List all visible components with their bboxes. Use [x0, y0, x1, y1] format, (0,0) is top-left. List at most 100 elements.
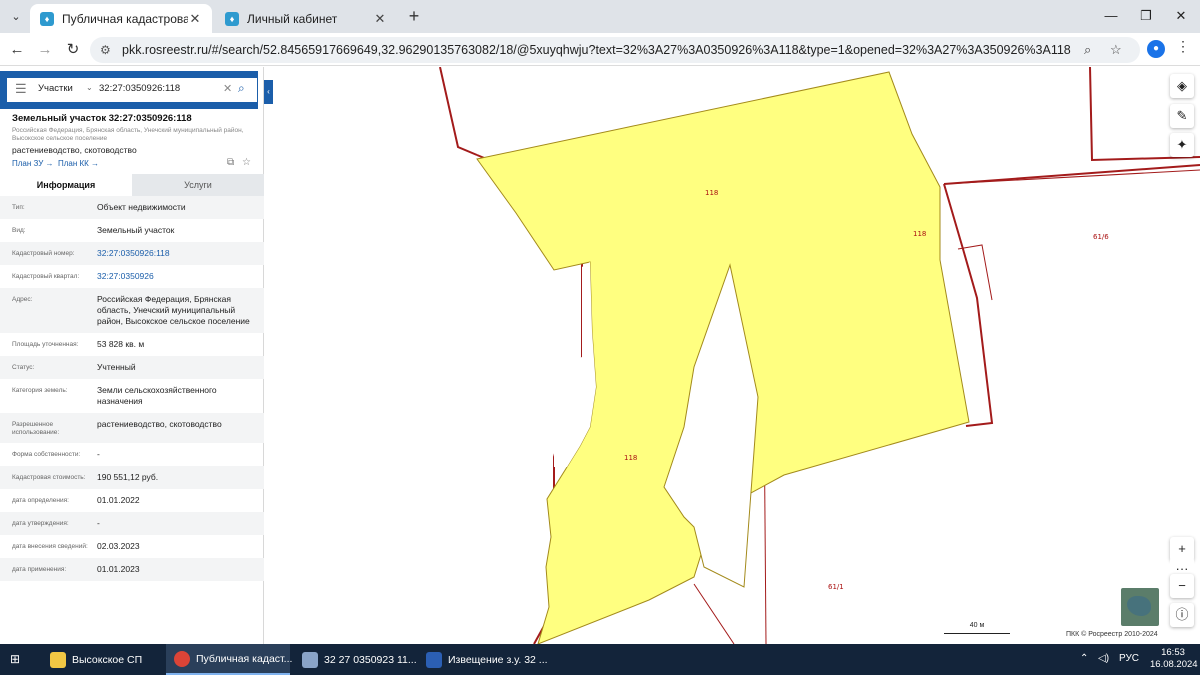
search-bar: ☰ Участки ⌄ 32:27:0350926:118 ✕ ⌕: [0, 71, 258, 109]
parcel-number-label: 118: [705, 189, 719, 197]
attribute-row: Категория земель: Земли сельскохозяйствен…: [0, 379, 264, 413]
tab-close-icon[interactable]: ✕: [373, 11, 387, 27]
tray-chevron-icon[interactable]: ⌃: [1080, 653, 1088, 664]
attribute-value: 02.03.2023: [97, 541, 140, 551]
tab-services[interactable]: Услуги: [132, 174, 264, 196]
attribute-value: растениеводство, скотоводство: [97, 419, 222, 429]
attribute-list: Тип: Объект недвижимости Вид: Земельный уча…: [0, 196, 264, 581]
search-input[interactable]: 32:27:0350926:118: [99, 83, 180, 94]
attribute-value: Объект недвижимости: [97, 202, 186, 212]
plan-kk-link[interactable]: План КК →: [58, 159, 99, 168]
attribute-key: дата определения:: [12, 497, 69, 504]
attribute-row: дата утверждения: -: [0, 512, 264, 535]
taskbar-item[interactable]: Высокское СП: [42, 644, 150, 675]
tab-search-icon[interactable]: ⌄: [6, 7, 26, 27]
tab-information[interactable]: Информация: [0, 174, 132, 196]
search-type-select[interactable]: Участки: [38, 83, 73, 94]
scale-text: 40 м: [969, 622, 985, 629]
attribute-key: Статус:: [12, 364, 35, 371]
attribute-row: Вид: Земельный участок: [0, 219, 264, 242]
browser-tab-strip: ⌄ ♦ Публичная кадастровая карта ✕ ♦ Личн…: [0, 0, 1200, 33]
attribute-value-link[interactable]: 32:27:0350926:118: [97, 248, 257, 259]
parcel-number-label: 118: [913, 230, 927, 238]
reload-button[interactable]: ↻: [62, 39, 84, 61]
attribute-key: Площадь уточненная:: [12, 341, 79, 348]
tab-personal-account[interactable]: ♦ Личный кабинет ✕: [215, 4, 397, 33]
attribute-key: Кадастровый номер:: [12, 250, 75, 257]
collapse-panel-button[interactable]: ‹: [264, 80, 273, 104]
clock-time: 16:53: [1161, 647, 1185, 658]
map-info-button[interactable]: ⓘ: [1170, 603, 1194, 627]
forward-button[interactable]: →: [34, 39, 56, 61]
layers-button[interactable]: ◈: [1170, 74, 1194, 98]
windows-start-icon[interactable]: ⊞: [10, 652, 24, 666]
measure-ruler-button[interactable]: ✎: [1170, 104, 1194, 128]
locate-button[interactable]: ✦: [1170, 133, 1194, 157]
attribute-row: Площадь уточненная: 53 828 кв. м: [0, 333, 264, 356]
attribute-row: Тип: Объект недвижимости: [0, 196, 264, 219]
zoom-out-button[interactable]: −: [1170, 574, 1194, 598]
taskbar-item[interactable]: 32 27 0350923 11...: [294, 644, 425, 675]
attribute-value: -: [97, 449, 100, 459]
address-bar[interactable]: ⚙ pkk.rosreestr.ru/#/search/52.845659176…: [90, 37, 1140, 63]
plan-zu-link[interactable]: План ЗУ →: [12, 159, 54, 168]
favorite-star-icon[interactable]: ☆: [242, 157, 251, 168]
chevron-down-icon[interactable]: ⌄: [86, 83, 93, 92]
quarter-boundary: [439, 67, 478, 156]
tab-title: Личный кабинет: [247, 11, 338, 26]
attribute-key: Разрешенное использование:: [12, 421, 60, 436]
attribute-key: Категория земель:: [12, 387, 68, 394]
windows-taskbar: ⊞ Высокское СП Публичная кадаст... 32 27…: [0, 644, 1200, 675]
attribute-key: Тип:: [12, 204, 25, 211]
taskbar-item[interactable]: Извещение з.у. 32 ...: [418, 644, 556, 675]
map-canvas[interactable]: [264, 67, 1200, 644]
menu-icon[interactable]: ☰: [15, 81, 27, 97]
back-button[interactable]: ←: [6, 39, 28, 61]
attribute-key: дата применения:: [12, 566, 67, 573]
attribute-key: дата утверждения:: [12, 520, 69, 527]
zoom-icon[interactable]: ⌕: [1084, 42, 1091, 58]
taskbar-item-active[interactable]: Публичная кадаст...: [166, 644, 292, 675]
attribute-row: дата применения: 01.01.2023: [0, 558, 264, 581]
basemap-switcher-thumbnail[interactable]: [1121, 588, 1159, 626]
tab-public-cadastral-map[interactable]: ♦ Публичная кадастровая карта ✕: [30, 4, 212, 33]
parcel-number-label: 118: [624, 454, 638, 462]
browser-toolbar: ← → ↻ ⚙ pkk.rosreestr.ru/#/search/52.845…: [0, 33, 1200, 66]
search-icon[interactable]: ⌕: [238, 81, 245, 96]
scale-line: [944, 633, 1010, 634]
image-viewer-icon: [302, 651, 318, 668]
input-language[interactable]: РУС: [1119, 653, 1139, 664]
clock-date: 16.08.2024: [1150, 659, 1198, 670]
tab-close-icon[interactable]: ✕: [188, 11, 202, 27]
attribute-row: Кадастровый номер: 32:27:0350926:118: [0, 242, 264, 265]
object-address: Российская Федерация, Брянская область, …: [12, 127, 244, 142]
browser-menu-icon[interactable]: ⋮: [1176, 38, 1190, 55]
taskbar-item-label: Высокское СП: [72, 653, 143, 666]
site-info-icon[interactable]: ⚙: [100, 43, 111, 57]
system-clock[interactable]: 16:53 16.08.2024: [1150, 647, 1198, 671]
attribute-value-link[interactable]: 32:27:0350926: [97, 271, 257, 282]
attribute-key: Кадастровая стоимость:: [12, 474, 86, 481]
tab-title: Публичная кадастровая карта: [62, 11, 188, 26]
attribute-value: Учтенный: [97, 362, 136, 372]
attribute-key: Адрес:: [12, 296, 33, 303]
attribute-key: дата внесения сведений:: [12, 543, 88, 550]
attribute-row: Статус: Учтенный: [0, 356, 264, 379]
attribute-row: Разрешенное использование: растениеводств…: [0, 413, 264, 443]
copy-link-icon[interactable]: ⧉: [227, 157, 234, 168]
cadastral-map[interactable]: 118 118 118 61/6 61/1 ◈ ✎ ✦ + ··· − ⓘ 40…: [264, 67, 1200, 644]
new-tab-button[interactable]: +: [404, 7, 424, 27]
attribute-value: Земельный участок: [97, 225, 175, 235]
restore-button[interactable]: ❐: [1131, 5, 1161, 27]
clear-search-icon[interactable]: ✕: [223, 82, 232, 95]
attribute-key: Форма собственности:: [12, 451, 81, 458]
profile-avatar[interactable]: ●: [1147, 40, 1165, 58]
bookmark-star-icon[interactable]: ☆: [1110, 42, 1122, 58]
url-text[interactable]: pkk.rosreestr.ru/#/search/52.84565917669…: [122, 43, 1071, 57]
neighbor-parcel-label: 61/6: [1093, 233, 1109, 241]
close-window-button[interactable]: ✕: [1166, 5, 1196, 27]
volume-icon[interactable]: ◁): [1098, 653, 1109, 664]
minimize-button[interactable]: —: [1096, 5, 1126, 27]
object-use: растениеводство, скотоводство: [12, 145, 137, 155]
map-scale-bar: 40 м: [944, 622, 1010, 636]
